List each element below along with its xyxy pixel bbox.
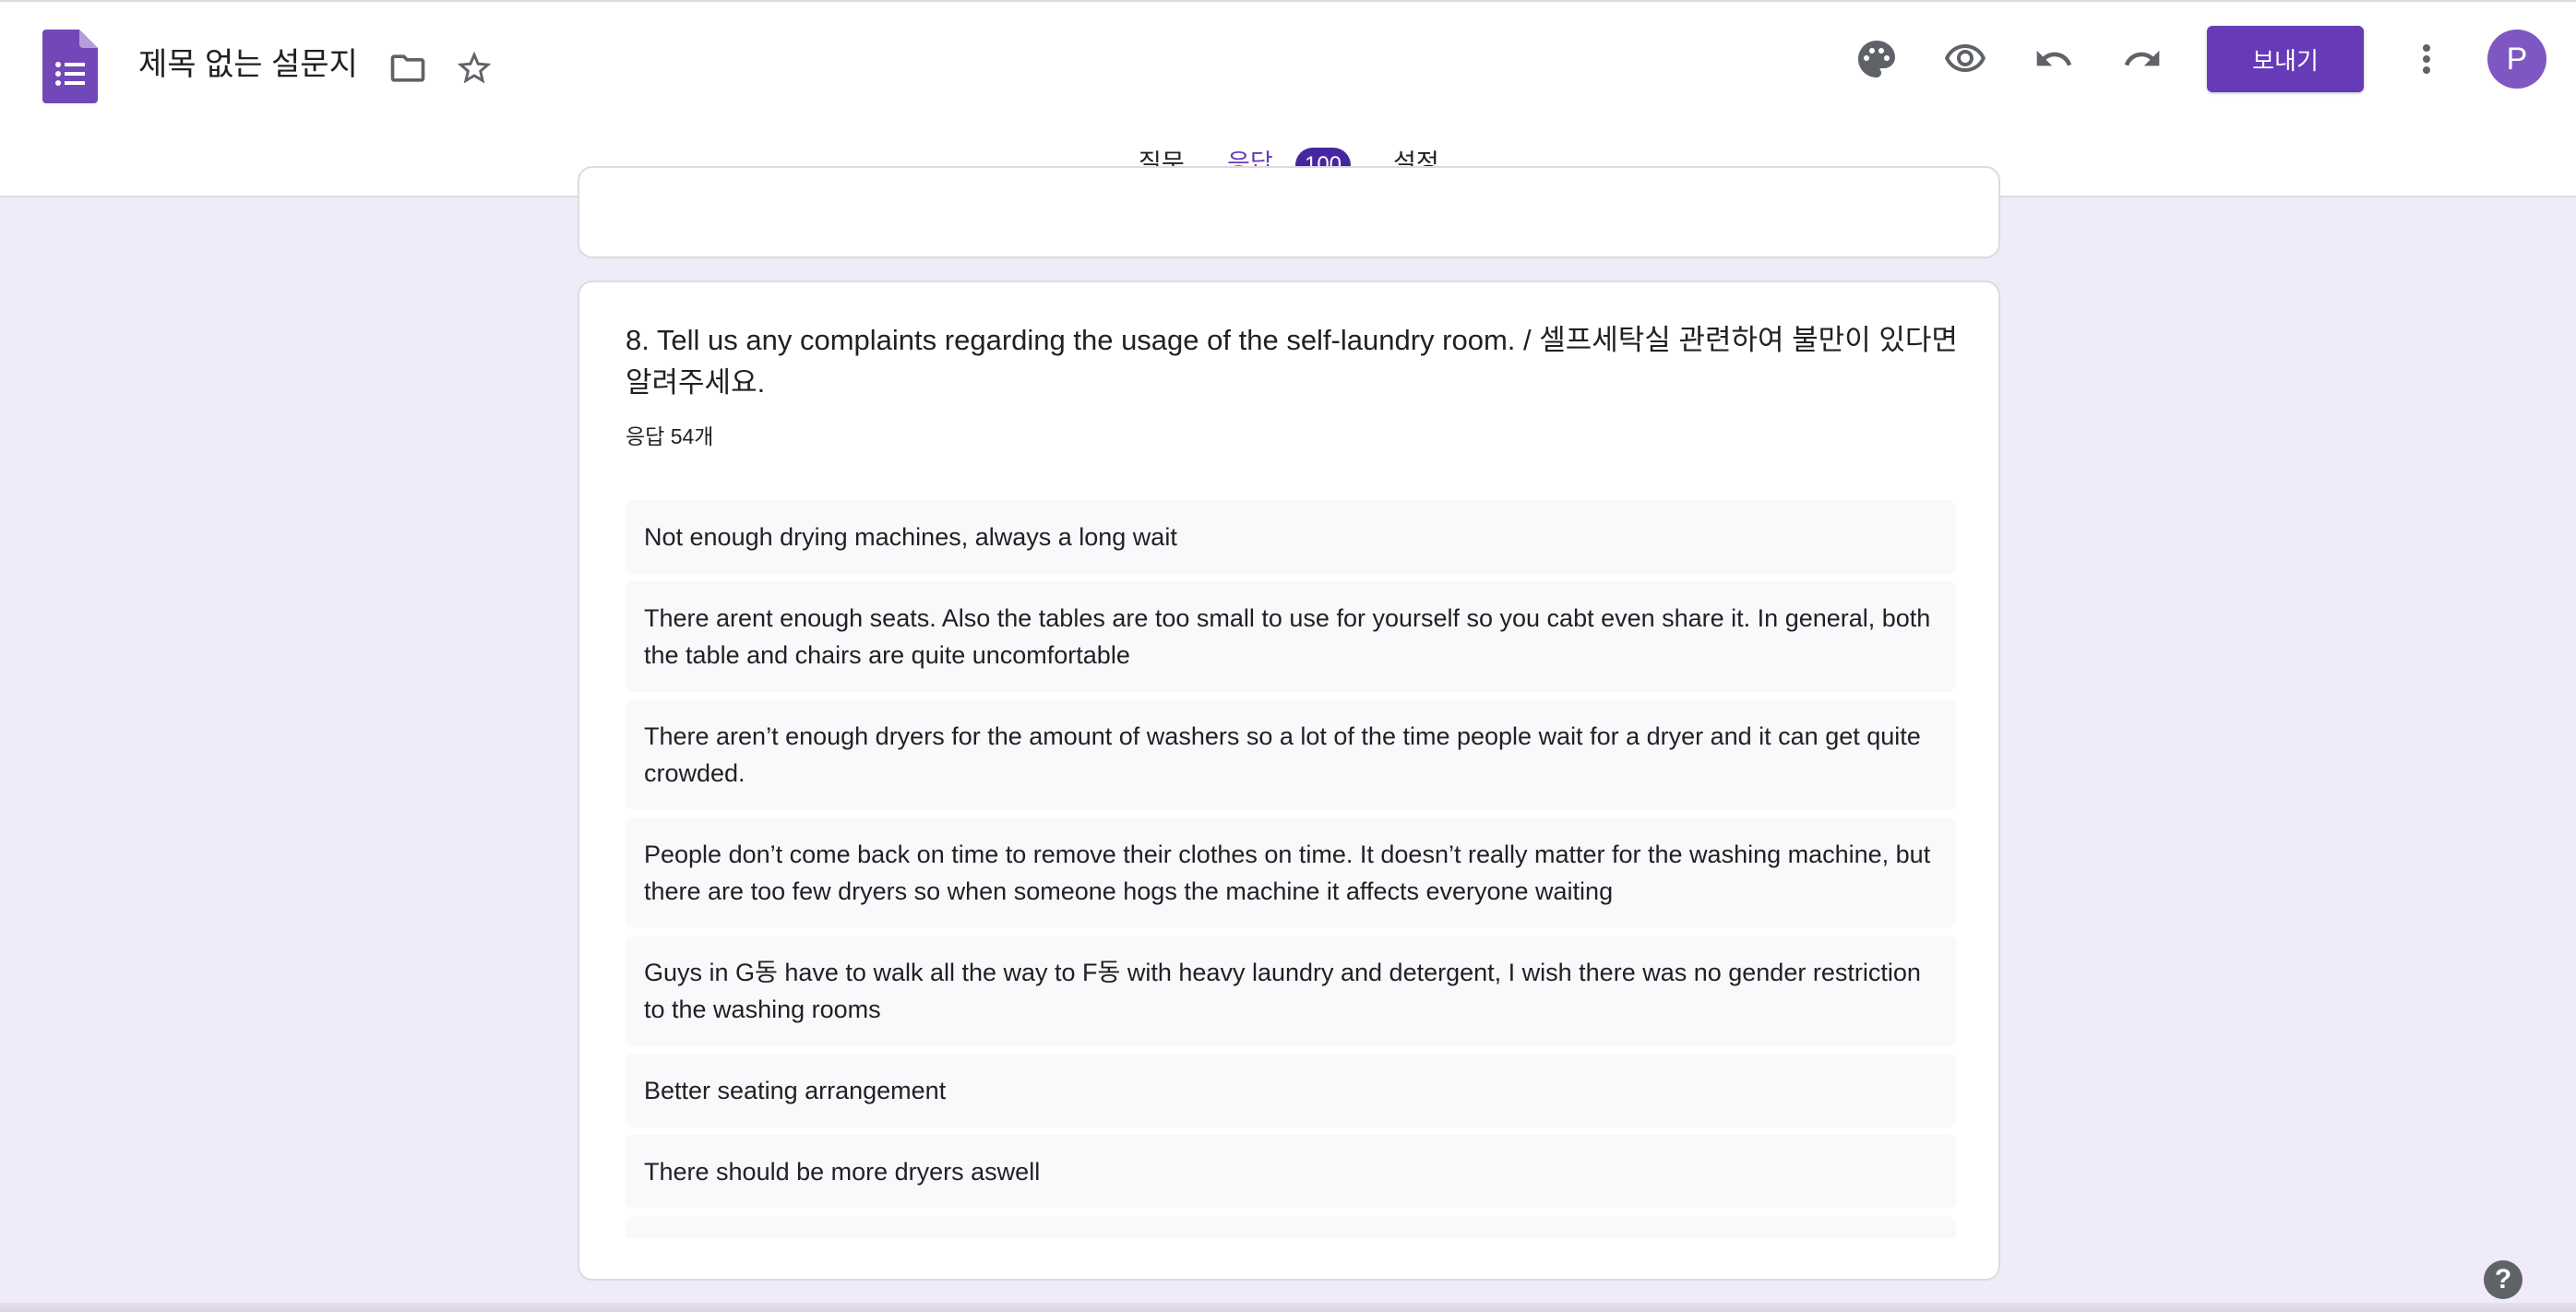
response-list[interactable]: Not enough drying machines, always a lon…	[626, 500, 1956, 1238]
star-icon[interactable]	[448, 42, 500, 94]
help-button[interactable]: ?	[2484, 1260, 2522, 1299]
avatar[interactable]: P	[2487, 30, 2546, 89]
palette-icon[interactable]	[1851, 33, 1902, 85]
previous-question-card	[578, 166, 2000, 258]
response-item: Guys in G동 have to walk all the way to F…	[626, 936, 1956, 1046]
response-count: 응답 54개	[626, 424, 714, 448]
question-summary-card: 8. Tell us any complaints regarding the …	[578, 280, 2000, 1281]
response-item: There arent enough seats. Also the table…	[626, 581, 1956, 692]
response-item: Better seating arrangement	[626, 1054, 1956, 1127]
undo-icon[interactable]	[2028, 33, 2080, 85]
redo-icon[interactable]	[2117, 33, 2168, 85]
bottom-edge	[0, 1303, 2576, 1312]
more-vert-icon[interactable]	[2401, 33, 2452, 85]
form-title[interactable]: 제목 없는 설문지	[138, 42, 358, 87]
response-item: People don’t come back on time to remove…	[626, 817, 1956, 928]
response-item: Not enough drying machines, always a lon…	[626, 500, 1956, 574]
response-item: There aren’t enough dryers for the amoun…	[626, 699, 1956, 810]
send-button[interactable]: 보내기	[2207, 26, 2364, 92]
question-title: 8. Tell us any complaints regarding the …	[626, 324, 1958, 399]
eye-icon[interactable]	[1939, 33, 1991, 85]
response-item	[626, 1216, 1956, 1238]
response-item: There should be more dryers aswell	[626, 1135, 1956, 1209]
folder-icon[interactable]	[382, 42, 434, 94]
forms-logo-icon[interactable]	[42, 30, 98, 103]
